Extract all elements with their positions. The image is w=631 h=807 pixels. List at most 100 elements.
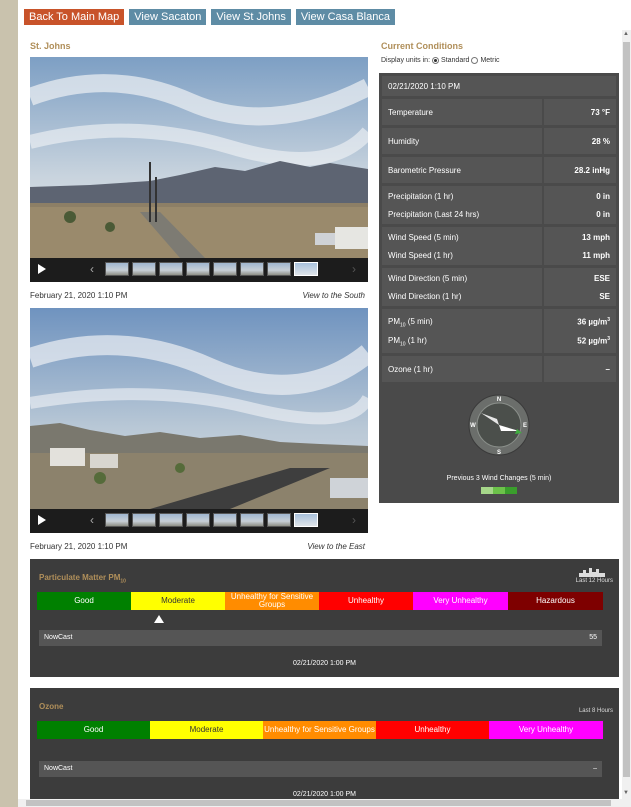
temperature-row: Temperature 73 °F	[382, 99, 616, 125]
thumbnail[interactable]	[132, 262, 156, 276]
pm10-row: PM10 (5 min) 36 µg/m3 PM10 (1 hr) 52 µg/…	[382, 309, 616, 353]
thumbnail[interactable]	[240, 513, 264, 527]
camera-east-controls: ‹ ›	[30, 509, 368, 533]
compass-s-label: S	[497, 450, 501, 456]
wind-change-swatch	[493, 487, 505, 494]
thumbnail[interactable]	[267, 513, 291, 527]
temperature-label: Temperature	[388, 108, 433, 117]
camera-south-viewer: ‹ ›	[30, 57, 368, 282]
pressure-value: 28.2 inHg	[574, 166, 610, 175]
back-to-main-map-button[interactable]: Back To Main Map	[24, 9, 125, 25]
standard-radio[interactable]	[432, 57, 440, 64]
pm10-5min-value: 36 µg/m3	[577, 317, 610, 327]
scroll-down-icon[interactable]: ▼	[623, 790, 629, 796]
pm10-nowcast-row: NowCast 55	[39, 630, 602, 646]
play-icon[interactable]	[38, 264, 46, 274]
wind-speed-5min-value: 13 mph	[581, 233, 610, 242]
timestamp-row: 02/21/2020 1:10 PM	[382, 76, 616, 96]
precip-24hr-value: 0 in	[596, 210, 610, 219]
ozone-nowcast-value: –	[593, 765, 597, 772]
camera-east-viewer: ‹ ›	[30, 308, 368, 533]
thumbnail[interactable]	[267, 262, 291, 276]
ozone-row: Ozone (1 hr) –	[382, 356, 616, 382]
wind-changes-label: Previous 3 Wind Changes (5 min)	[446, 475, 552, 482]
thumbnail[interactable]	[105, 262, 129, 276]
ozone-aqi-unhealthy-for-sensitive-groups: Unhealthy for Sensitive Groups	[263, 721, 376, 739]
play-icon[interactable]	[38, 515, 46, 525]
pm10-nowcast-value: 55	[589, 634, 597, 641]
wind-changes-swatches	[481, 487, 517, 494]
site-title: St. Johns	[30, 41, 71, 51]
temperature-value: 73 °F	[590, 108, 610, 117]
skyline-icon	[579, 568, 605, 577]
top-nav: Back To Main Map View Sacaton View St Jo…	[24, 9, 395, 25]
thumbnail[interactable]	[105, 513, 129, 527]
precipitation-row: Precipitation (1 hr) 0 in Precipitation …	[382, 186, 616, 224]
wind-dir-5min-label: Wind Direction (5 min)	[388, 274, 468, 283]
wind-speed-1hr-label: Wind Speed (1 hr)	[388, 251, 453, 260]
view-sacaton-button[interactable]: View Sacaton	[129, 9, 207, 25]
wind-direction-row: Wind Direction (5 min) ESE Wind Directio…	[382, 268, 616, 306]
units-selector: Display units in: Standard Metric	[381, 57, 500, 64]
camera-east-view: View to the East	[307, 542, 365, 551]
conditions-timestamp: 02/21/2020 1:10 PM	[388, 82, 461, 91]
compass-w-label: W	[470, 423, 476, 429]
chevron-right-icon[interactable]: ›	[352, 262, 356, 276]
thumbnail-selected[interactable]	[294, 513, 318, 527]
wind-speed-5min-label: Wind Speed (5 min)	[388, 233, 459, 242]
precip-1hr-label: Precipitation (1 hr)	[388, 192, 454, 201]
ozone-aqi-very-unhealthy: Very Unhealthy	[489, 721, 603, 739]
pm10-aqi-unhealthy-for-sensitive-groups: Unhealthy for Sensitive Groups	[225, 592, 319, 610]
ozone-panel-time: 02/21/2020 1:00 PM	[292, 791, 357, 798]
chevron-left-icon[interactable]: ‹	[90, 513, 94, 527]
thumbnail[interactable]	[186, 513, 210, 527]
ozone-aqi-good: Good	[37, 721, 150, 739]
camera-south-date: February 21, 2020 1:10 PM	[30, 291, 128, 300]
wind-dir-5min-value: ESE	[593, 274, 610, 283]
wind-speed-row: Wind Speed (5 min) 13 mph Wind Speed (1 …	[382, 227, 616, 265]
wind-compass-icon: N E S W	[468, 394, 530, 456]
horizontal-scrollbar[interactable]	[18, 799, 631, 807]
thumbnail[interactable]	[213, 262, 237, 276]
pm10-1hr-label: PM10 (1 hr)	[388, 336, 427, 348]
thumbnail[interactable]	[213, 513, 237, 527]
ozone-1hr-label: Ozone (1 hr)	[388, 365, 433, 374]
pm10-panel-time: 02/21/2020 1:00 PM	[292, 660, 357, 667]
page-frame: Back To Main Map View Sacaton View St Jo…	[18, 0, 631, 807]
conditions-panel: 02/21/2020 1:10 PM Temperature 73 °F Hum…	[379, 73, 619, 503]
thumbnail-selected[interactable]	[294, 262, 318, 276]
current-conditions-title: Current Conditions	[381, 41, 463, 51]
metric-radio[interactable]	[471, 57, 479, 64]
ozone-1hr-value: –	[605, 365, 610, 374]
chevron-left-icon[interactable]: ‹	[90, 262, 94, 276]
pm10-panel-title: Particulate Matter PM10	[39, 573, 126, 585]
thumbnail[interactable]	[186, 262, 210, 276]
pressure-row: Barometric Pressure 28.2 inHg	[382, 157, 616, 183]
pm10-panel-note: Last 12 Hours	[575, 578, 613, 584]
ozone-aqi-moderate: Moderate	[150, 721, 263, 739]
view-casa-blanca-button[interactable]: View Casa Blanca	[295, 9, 395, 25]
pm10-nowcast-label: NowCast	[44, 634, 73, 641]
units-label: Display units in:	[381, 57, 431, 64]
vertical-scrollbar[interactable]: ▲ ▼	[622, 30, 631, 800]
camera-south-view: View to the South	[302, 291, 365, 300]
thumbnail[interactable]	[240, 262, 264, 276]
camera-east-image	[30, 308, 368, 509]
horizontal-scroll-thumb[interactable]	[26, 800, 611, 806]
view-st-johns-button[interactable]: View St Johns	[211, 9, 291, 25]
thumbnail[interactable]	[132, 513, 156, 527]
pm10-aqi-very-unhealthy: Very Unhealthy	[413, 592, 508, 610]
camera-east-date: February 21, 2020 1:10 PM	[30, 542, 128, 551]
compass-e-label: E	[523, 423, 527, 429]
scroll-up-icon[interactable]: ▲	[623, 31, 629, 37]
ozone-panel: Ozone Last 8 Hours Good Moderate Unhealthy…	[30, 688, 619, 800]
precip-1hr-value: 0 in	[596, 192, 610, 201]
camera-south-image	[30, 57, 368, 258]
thumbnail[interactable]	[159, 513, 183, 527]
vertical-scroll-thumb[interactable]	[623, 42, 630, 777]
thumbnail[interactable]	[159, 262, 183, 276]
chevron-right-icon[interactable]: ›	[352, 513, 356, 527]
pressure-label: Barometric Pressure	[388, 166, 461, 175]
wind-change-swatch	[481, 487, 493, 494]
ozone-nowcast-row: NowCast –	[39, 761, 602, 777]
